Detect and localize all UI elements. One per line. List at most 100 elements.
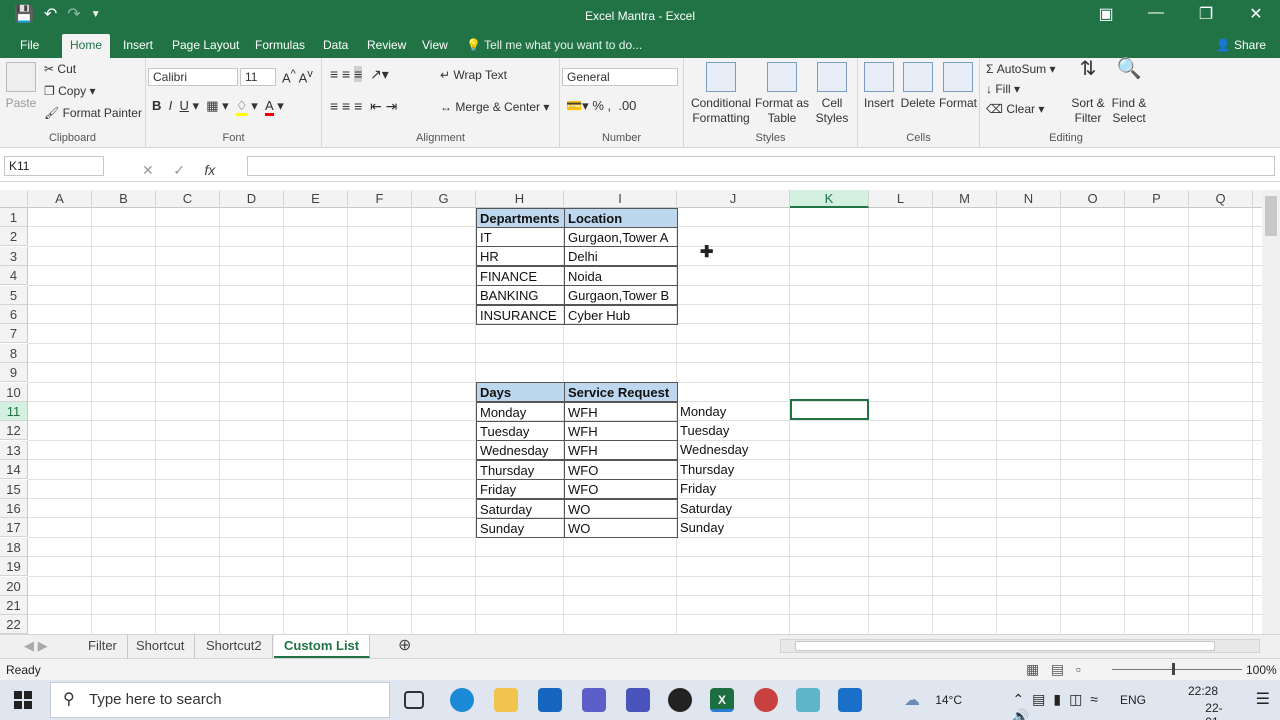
font-color-icon[interactable]: A <box>264 98 274 116</box>
windows-start-icon[interactable] <box>14 691 32 709</box>
sheet-tab-shortcut2[interactable]: Shortcut2 <box>196 635 273 658</box>
column-header-f[interactable]: F <box>348 190 412 208</box>
column-header-i[interactable]: I <box>564 190 677 208</box>
table2-cell-day[interactable]: Friday <box>476 479 565 500</box>
scroll-thumb[interactable] <box>1265 196 1277 236</box>
share-button[interactable]: 👤 Share <box>1216 34 1266 58</box>
table2-header-days[interactable]: Days <box>476 382 565 403</box>
find-select-button[interactable]: 🔍 Find & Select <box>1108 59 1150 126</box>
row-header-5[interactable]: 5 <box>0 285 28 305</box>
font-name-select[interactable]: Calibri <box>148 68 238 86</box>
row-header-18[interactable]: 18 <box>0 537 28 557</box>
insert-cells-button[interactable]: Insert <box>860 62 898 111</box>
custom-list-cell[interactable]: Sunday <box>677 518 791 538</box>
presentation-icon[interactable] <box>838 688 862 712</box>
column-header-h[interactable]: H <box>476 190 564 208</box>
wrap-text-button[interactable]: ↵ Wrap Text <box>440 68 507 82</box>
column-header-l[interactable]: L <box>869 190 933 208</box>
row-header-13[interactable]: 13 <box>0 440 28 460</box>
row-header-21[interactable]: 21 <box>0 596 28 615</box>
sheet-tab-custom-list[interactable]: Custom List <box>274 635 371 658</box>
check-icon[interactable]: ✓ <box>173 162 185 178</box>
table2-cell-day[interactable]: Saturday <box>476 498 565 519</box>
custom-list-cell[interactable]: Saturday <box>677 499 791 519</box>
active-cell-k11[interactable] <box>790 399 869 420</box>
file-explorer-icon[interactable] <box>494 688 518 712</box>
sheet-tab-shortcut[interactable]: Shortcut <box>126 635 196 658</box>
custom-list-cell[interactable]: Wednesday <box>677 440 791 460</box>
table1-cell-location[interactable]: Cyber Hub <box>564 304 678 325</box>
mail-icon[interactable] <box>538 688 562 712</box>
row-header-3[interactable]: 3 <box>0 246 28 266</box>
clock-date[interactable]: 22-01-2023 <box>1205 701 1232 720</box>
table2-cell-request[interactable]: WFO <box>564 479 678 500</box>
row-header-19[interactable]: 19 <box>0 557 28 577</box>
copy-button[interactable]: ❐ Copy ▾ <box>44 84 95 98</box>
cell-styles-button[interactable]: Cell Styles <box>810 62 854 126</box>
font-size-select[interactable]: 11 <box>240 68 276 86</box>
column-header-c[interactable]: C <box>156 190 220 208</box>
table1-cell-department[interactable]: IT <box>476 226 565 247</box>
teams-work-icon[interactable] <box>626 688 650 712</box>
table1-cell-location[interactable]: Noida <box>564 265 678 286</box>
obs-icon[interactable] <box>668 688 692 712</box>
column-header-e[interactable]: E <box>284 190 348 208</box>
column-header-b[interactable]: B <box>92 190 156 208</box>
tab-file[interactable]: File <box>12 34 47 58</box>
table2-cell-request[interactable]: WFO <box>564 459 678 480</box>
language-indicator[interactable]: ENG <box>1120 693 1146 707</box>
table1-cell-location[interactable]: Gurgaon,Tower A <box>564 226 678 247</box>
grow-font-icon[interactable]: A^ Av <box>282 68 313 85</box>
task-view-icon[interactable] <box>404 691 424 709</box>
horizontal-align-icons[interactable]: ≡ ≡ ≡ ⇤ ⇥ <box>330 98 397 115</box>
column-header-o[interactable]: O <box>1061 190 1125 208</box>
weather-temp[interactable]: 14°C <box>935 693 962 707</box>
vertical-align-icons[interactable]: ≡ ≡ ≡ ↗▾ <box>330 66 389 83</box>
fill-button[interactable]: ↓ Fill ▾ <box>986 82 1020 96</box>
row-header-11[interactable]: 11 <box>0 402 28 421</box>
sheet-tab-filter[interactable]: Filter <box>78 635 128 658</box>
new-sheet-button[interactable]: ⊕ <box>388 635 421 658</box>
teams-icon[interactable] <box>582 688 606 712</box>
clock-time[interactable]: 22:28 <box>1188 684 1218 698</box>
name-box[interactable]: K11 <box>4 156 104 176</box>
fill-color-icon[interactable]: ♢ <box>235 98 248 116</box>
tray-icons[interactable]: ⌃▤▮◫≈🔊 <box>1012 691 1106 720</box>
excel-taskbar-icon[interactable]: X <box>710 688 734 712</box>
delete-cells-button[interactable]: Delete <box>898 62 938 111</box>
column-header-p[interactable]: P <box>1125 190 1189 208</box>
row-header-8[interactable]: 8 <box>0 343 28 363</box>
table2-cell-request[interactable]: WO <box>564 517 678 538</box>
ribbon-display-icon[interactable]: ▣ <box>1094 4 1118 24</box>
column-header-g[interactable]: G <box>412 190 476 208</box>
bold-button[interactable]: B <box>152 98 161 113</box>
zoom-slider[interactable] <box>1112 669 1242 670</box>
row-header-10[interactable]: 10 <box>0 382 28 402</box>
column-header-k[interactable]: K <box>790 190 869 208</box>
sheet-nav-arrows[interactable]: ◀ ▶ <box>14 635 58 658</box>
minimize-icon[interactable]: — <box>1144 4 1168 24</box>
row-header-4[interactable]: 4 <box>0 266 28 286</box>
row-header-2[interactable]: 2 <box>0 227 28 247</box>
table2-cell-request[interactable]: WFH <box>564 420 678 441</box>
italic-button[interactable]: I <box>169 98 173 113</box>
table2-cell-request[interactable]: WFH <box>564 401 678 422</box>
tab-formulas[interactable]: Formulas <box>247 34 313 58</box>
table1-header-location[interactable]: Location <box>564 207 678 228</box>
row-header-14[interactable]: 14 <box>0 460 28 480</box>
table2-cell-day[interactable]: Thursday <box>476 459 565 480</box>
table1-header-departments[interactable]: Departments <box>476 207 565 228</box>
zoom-thumb[interactable] <box>1172 663 1175 675</box>
tell-me-box[interactable]: 💡 Tell me what you want to do... <box>466 34 642 58</box>
tab-insert[interactable]: Insert <box>115 34 161 58</box>
custom-list-cell[interactable]: Tuesday <box>677 421 791 441</box>
conditional-formatting-button[interactable]: Conditional Formatting <box>686 62 756 126</box>
row-header-6[interactable]: 6 <box>0 305 28 324</box>
row-header-20[interactable]: 20 <box>0 576 28 596</box>
table2-cell-day[interactable]: Monday <box>476 401 565 422</box>
table1-cell-department[interactable]: FINANCE <box>476 265 565 286</box>
hscroll-thumb[interactable] <box>795 641 1215 651</box>
custom-list-cell[interactable]: Friday <box>677 479 791 499</box>
table1-cell-location[interactable]: Delhi <box>564 246 678 267</box>
custom-list-cell[interactable]: Thursday <box>677 460 791 480</box>
